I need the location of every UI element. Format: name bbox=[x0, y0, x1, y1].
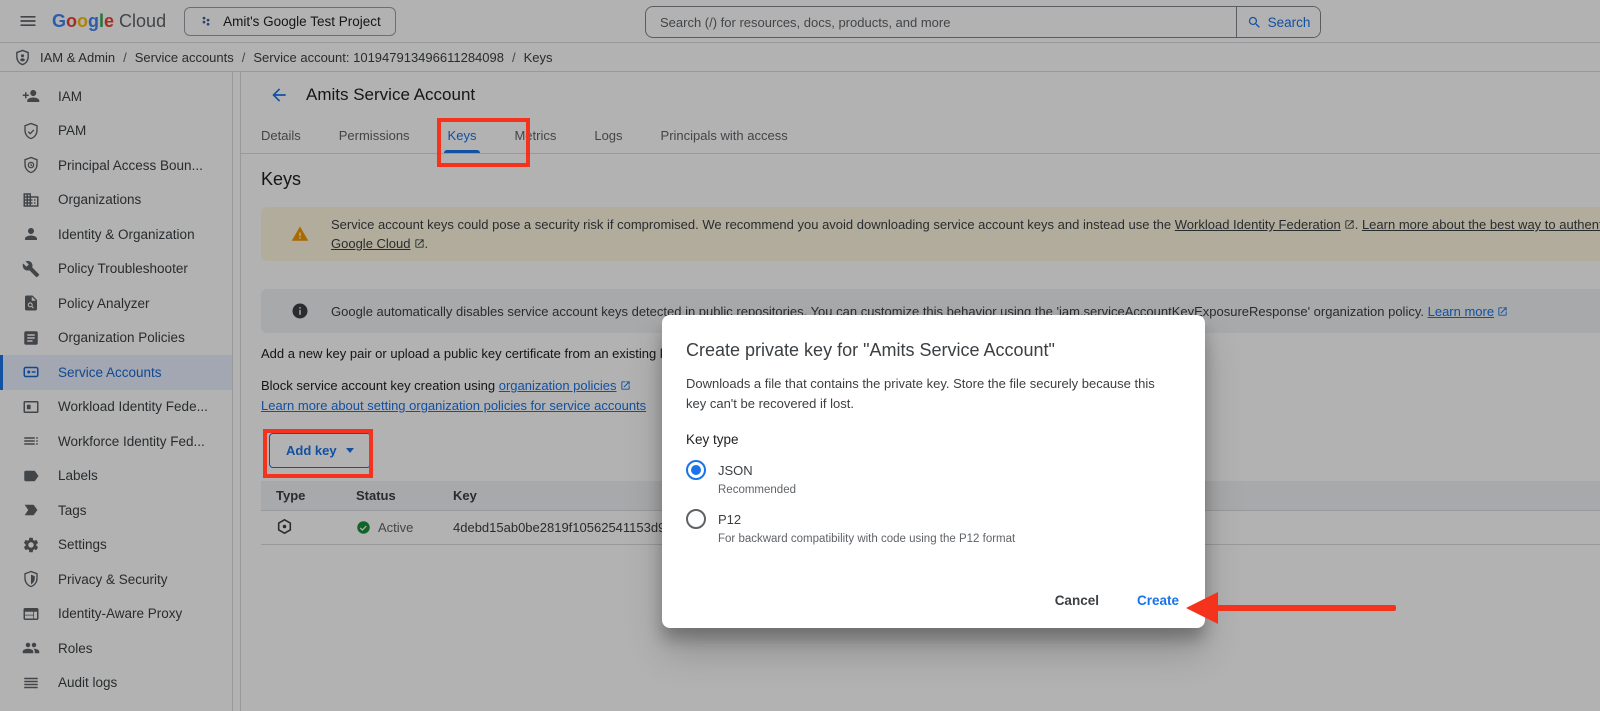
create-private-key-dialog: Create private key for "Amits Service Ac… bbox=[662, 315, 1205, 628]
cancel-button[interactable]: Cancel bbox=[1053, 589, 1101, 612]
annotation-arrow-line bbox=[1216, 605, 1396, 611]
key-type-label: Key type bbox=[686, 432, 1181, 447]
radio-option-description: Recommended bbox=[718, 484, 1181, 496]
radio-option-label: JSON bbox=[718, 463, 753, 478]
dialog-body: Downloads a file that contains the priva… bbox=[686, 374, 1178, 414]
radio-option-json[interactable]: JSON bbox=[686, 460, 1181, 480]
annotation-box-add-key bbox=[263, 429, 373, 478]
annotation-arrow-head bbox=[1186, 592, 1218, 624]
radio-option-description: For backward compatibility with code usi… bbox=[718, 533, 1181, 545]
create-button[interactable]: Create bbox=[1135, 589, 1181, 612]
radio-unselected-icon[interactable] bbox=[686, 509, 706, 529]
screen: Google Cloud Amit's Google Test Project … bbox=[0, 0, 1600, 711]
annotation-box-keys-tab bbox=[437, 118, 530, 167]
dialog-title: Create private key for "Amits Service Ac… bbox=[686, 340, 1181, 361]
radio-selected-icon[interactable] bbox=[686, 460, 706, 480]
radio-option-label: P12 bbox=[718, 512, 741, 527]
dialog-actions: Cancel Create bbox=[1053, 589, 1181, 612]
key-type-options: JSON Recommended P12 For backward compatibi… bbox=[686, 460, 1181, 545]
radio-option-p12[interactable]: P12 bbox=[686, 509, 1181, 529]
